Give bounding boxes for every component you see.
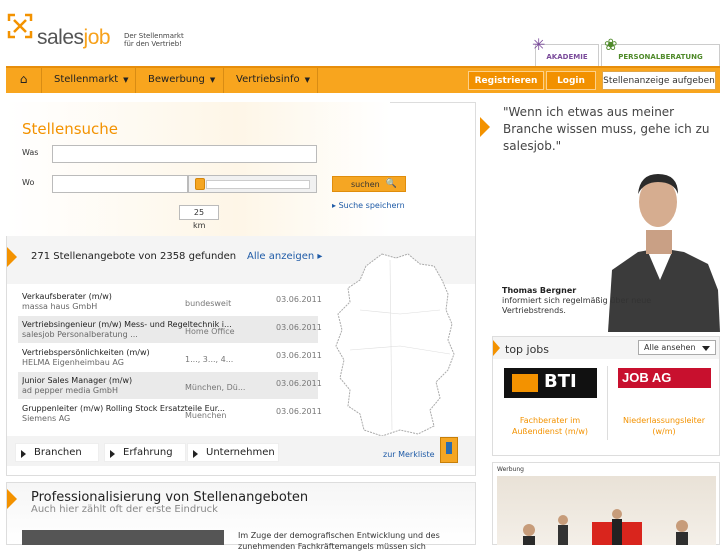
nav-vertriebsinfo-label: Vertriebsinfo xyxy=(236,74,300,85)
filter-erfahrung[interactable]: Erfahrung xyxy=(104,443,186,462)
bti-logo-text: BTI xyxy=(544,371,577,392)
tab-akademie[interactable]: ✳ AKADEMIE xyxy=(532,35,599,66)
job-location: 1..., 3..., 4... xyxy=(185,355,234,364)
ad-banner[interactable] xyxy=(497,476,716,545)
nav-vertriebsinfo[interactable]: Vertriebsinfo ▼ xyxy=(224,68,318,93)
top-jobs-select[interactable]: Alle ansehen xyxy=(638,340,716,355)
job-location: Home Office xyxy=(185,327,235,336)
was-label: Was xyxy=(22,148,39,157)
table-row[interactable]: Vertriebsingenieur (m/w) Mess- und Regel… xyxy=(18,316,322,343)
akademie-icon: ✳ xyxy=(532,35,546,54)
germany-map[interactable] xyxy=(330,250,470,440)
jobag-logo[interactable]: JOB AG xyxy=(618,368,711,388)
radius-slider-handle[interactable] xyxy=(195,178,205,190)
search-button[interactable]: suchen 🔍 xyxy=(332,176,406,192)
radius-unit: km xyxy=(193,221,206,230)
caret-down-icon: ▼ xyxy=(123,76,129,84)
bti-logo[interactable]: BTI xyxy=(504,368,597,398)
save-search-label: Suche speichern xyxy=(338,201,405,210)
logo-prefix: sales xyxy=(37,26,84,49)
tab-akademie-label: AKADEMIE xyxy=(546,53,588,61)
job-location: bundesweit xyxy=(185,299,232,308)
filter-branchen[interactable]: Branchen xyxy=(15,443,99,462)
arrow-marker-icon xyxy=(7,247,17,267)
show-all-link[interactable]: Alle anzeigen ▸ xyxy=(247,251,322,262)
promo-image xyxy=(22,530,224,545)
divider xyxy=(607,366,608,440)
caret-down-icon: ▼ xyxy=(209,76,216,84)
nav-stellenmarkt[interactable]: Stellenmarkt ▼ xyxy=(42,68,136,93)
search-title: Stellensuche xyxy=(22,120,119,138)
search-icon: 🔍 xyxy=(385,179,397,189)
job-company: ad pepper media GmbH xyxy=(22,386,118,395)
promo-text: Im Zuge der demografischen Entwicklung u… xyxy=(238,531,440,551)
testimonial-quote: "Wenn ich etwas aus meiner Branche wisse… xyxy=(503,105,710,153)
job-location: München, Dü... xyxy=(185,383,246,392)
arrow-marker-icon xyxy=(7,489,17,509)
job-company: salesjob Personalberatung ... xyxy=(22,330,138,339)
job-date: 03.06.2011 xyxy=(276,295,322,304)
login-button[interactable]: Login xyxy=(546,71,596,90)
caret-down-icon: ▼ xyxy=(304,76,310,84)
nav-bewerbung[interactable]: Bewerbung ▼ xyxy=(136,68,224,93)
table-row[interactable]: Vertriebspersönlichkeiten (m/w) HELMA Ei… xyxy=(18,344,322,371)
stellenanzeige-aufgeben-button[interactable]: Stellenanzeige aufgeben xyxy=(602,71,716,90)
tab-personalberatung[interactable]: ❀ PERSONALBERATUNG xyxy=(601,35,720,66)
was-input[interactable] xyxy=(52,145,317,163)
merkliste-link[interactable]: zur Merkliste xyxy=(383,450,435,459)
table-row[interactable]: Junior Sales Manager (m/w) ad pepper med… xyxy=(18,372,322,399)
filter-unternehmen[interactable]: Unternehmen xyxy=(187,443,279,462)
ad-label: Werbung xyxy=(497,466,524,473)
radius-value[interactable]: 25 xyxy=(179,205,219,220)
job-date: 03.06.2011 xyxy=(276,379,322,388)
wo-input[interactable] xyxy=(52,175,188,193)
arrow-marker-icon xyxy=(480,117,490,137)
main-navigation: ⌂ Stellenmarkt ▼ Bewerbung ▼ Vertriebsinfo… xyxy=(6,66,720,93)
promo-title[interactable]: Professionalisierung von Stellenangebote… xyxy=(31,490,308,505)
top-job-link[interactable]: Fachberater im Außendienst (m/w) xyxy=(500,415,600,437)
job-company: Siemens AG xyxy=(22,414,71,423)
tab-personalberatung-label: PERSONALBERATUNG xyxy=(618,53,703,61)
logo[interactable]: salesjob xyxy=(37,26,111,50)
testimonial-description: informiert sich regelmäßig über neue Ver… xyxy=(502,296,652,315)
bti-logo-mark xyxy=(512,374,538,392)
wo-label: Wo xyxy=(22,178,35,187)
job-date: 03.06.2011 xyxy=(276,351,322,360)
nav-stellenmarkt-label: Stellenmarkt xyxy=(54,74,119,85)
job-location: Muenchen xyxy=(185,411,227,420)
search-button-label: suchen xyxy=(351,180,380,189)
home-button[interactable]: ⌂ xyxy=(6,68,42,93)
radius-slider-track[interactable] xyxy=(206,180,310,189)
logo-suffix: job xyxy=(83,26,111,49)
jobag-logo-text: JOB AG xyxy=(622,370,672,385)
home-icon: ⌂ xyxy=(19,72,28,86)
promo-subtitle: Auch hier zählt oft der erste Eindruck xyxy=(31,504,218,515)
top-job-link[interactable]: Niederlassungsleiter (w/m) xyxy=(614,415,714,437)
arrow-right-icon: ▸ xyxy=(314,251,323,262)
job-company: massa haus GmbH xyxy=(22,302,98,311)
job-date: 03.06.2011 xyxy=(276,323,322,332)
table-row[interactable]: Verkaufsberater (m/w) massa haus GmbH bu… xyxy=(18,288,322,315)
nav-bewerbung-label: Bewerbung xyxy=(148,74,205,85)
slogan: Der Stellenmarkt für den Vertrieb! xyxy=(124,32,184,48)
results-summary: 271 Stellenangebote von 2358 gefunden xyxy=(31,251,237,262)
testimonial-name: Thomas Bergner xyxy=(502,286,577,295)
personalberatung-icon: ❀ xyxy=(604,35,618,54)
show-all-label: Alle anzeigen xyxy=(247,251,315,262)
save-search-link[interactable]: ▸ Suche speichern xyxy=(332,201,405,210)
job-date: 03.06.2011 xyxy=(276,407,322,416)
registrieren-button[interactable]: Registrieren xyxy=(468,71,544,90)
top-jobs-title: top jobs xyxy=(505,343,550,356)
logo-mark-icon xyxy=(7,13,33,39)
bookmark-icon[interactable] xyxy=(440,437,458,463)
arrow-marker-icon xyxy=(493,340,500,356)
table-row[interactable]: Gruppenleiter (m/w) Rolling Stock Ersatz… xyxy=(18,400,322,427)
job-company: HELMA Eigenheimbau AG xyxy=(22,358,124,367)
